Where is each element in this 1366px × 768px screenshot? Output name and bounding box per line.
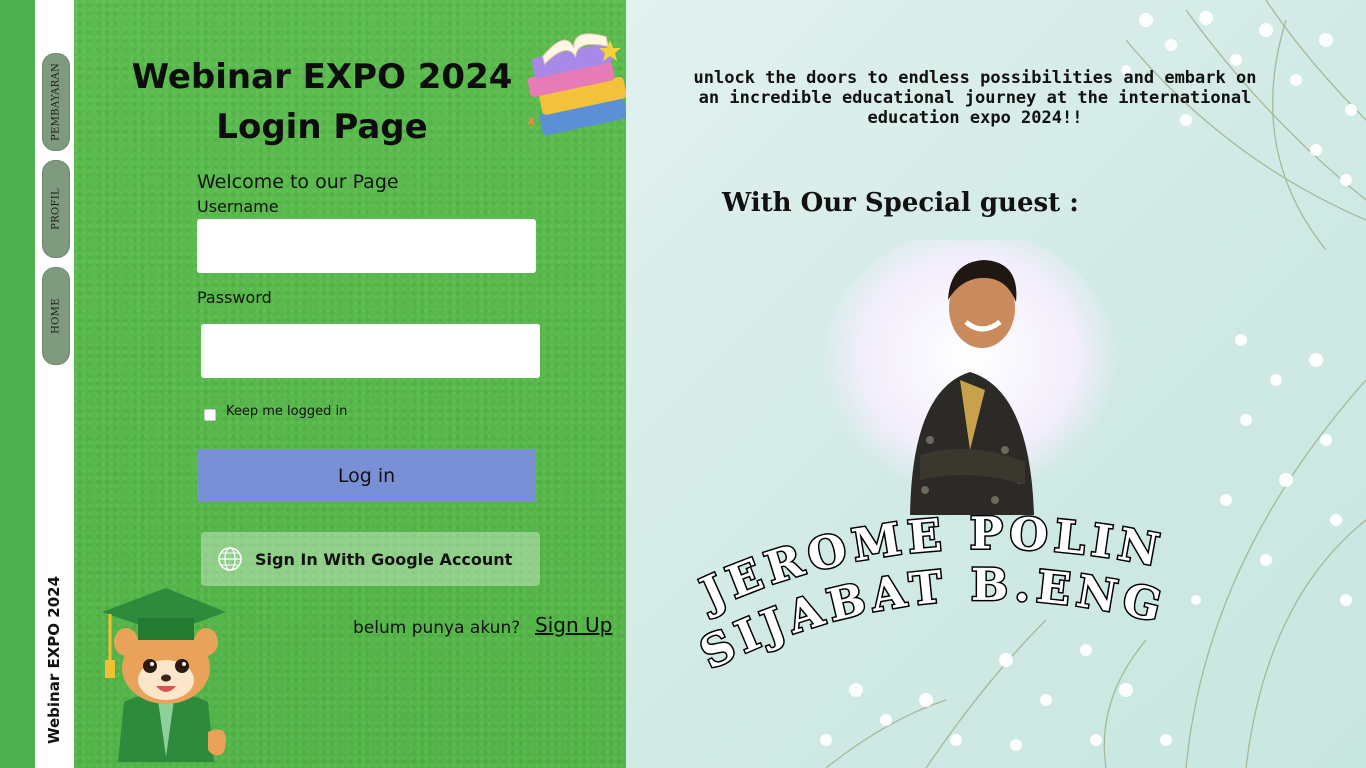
password-input[interactable] (201, 324, 540, 378)
nav-item-label: PROFIL (50, 188, 62, 230)
login-button[interactable]: Log in (197, 449, 536, 502)
login-button-label: Log in (337, 464, 396, 487)
speaker-portrait (820, 240, 1120, 515)
globe-icon (218, 547, 242, 571)
speaker-name: JEROME POLIN SIJABAT B.ENG (690, 515, 1167, 681)
remember-label: Keep me logged in (226, 404, 348, 419)
username-label: Username (197, 197, 279, 216)
nav-item-home[interactable]: HOME (42, 267, 70, 365)
nav-item-profil[interactable]: PROFIL (42, 160, 70, 258)
sidebar-brand: Webinar EXPO 2024 (45, 575, 63, 745)
page-title: Webinar EXPO 2024 Login Page (122, 52, 522, 152)
guest-heading: With Our Special guest : (722, 188, 1079, 218)
welcome-text: Welcome to our Page (197, 171, 399, 193)
google-signin-label: Sign In With Google Account (255, 549, 513, 569)
remember-checkbox[interactable] (204, 409, 216, 421)
title-line-1: Webinar EXPO 2024 (131, 57, 513, 97)
nav-item-label: PEMBAYARAN (50, 63, 62, 141)
graduate-mascot-icon (102, 588, 226, 762)
username-input[interactable] (197, 219, 536, 273)
title-line-2: Login Page (216, 107, 428, 147)
google-signin-button[interactable]: Sign In With Google Account (201, 532, 540, 586)
nav-item-label: HOME (50, 298, 62, 334)
password-label: Password (197, 288, 272, 307)
promo-tagline: unlock the doors to endless possibilitie… (693, 68, 1257, 128)
signup-prompt: belum punya akun? (353, 618, 521, 638)
nav-item-pembayaran[interactable]: PEMBAYARAN (42, 53, 70, 151)
signup-link[interactable]: Sign Up (535, 613, 612, 637)
